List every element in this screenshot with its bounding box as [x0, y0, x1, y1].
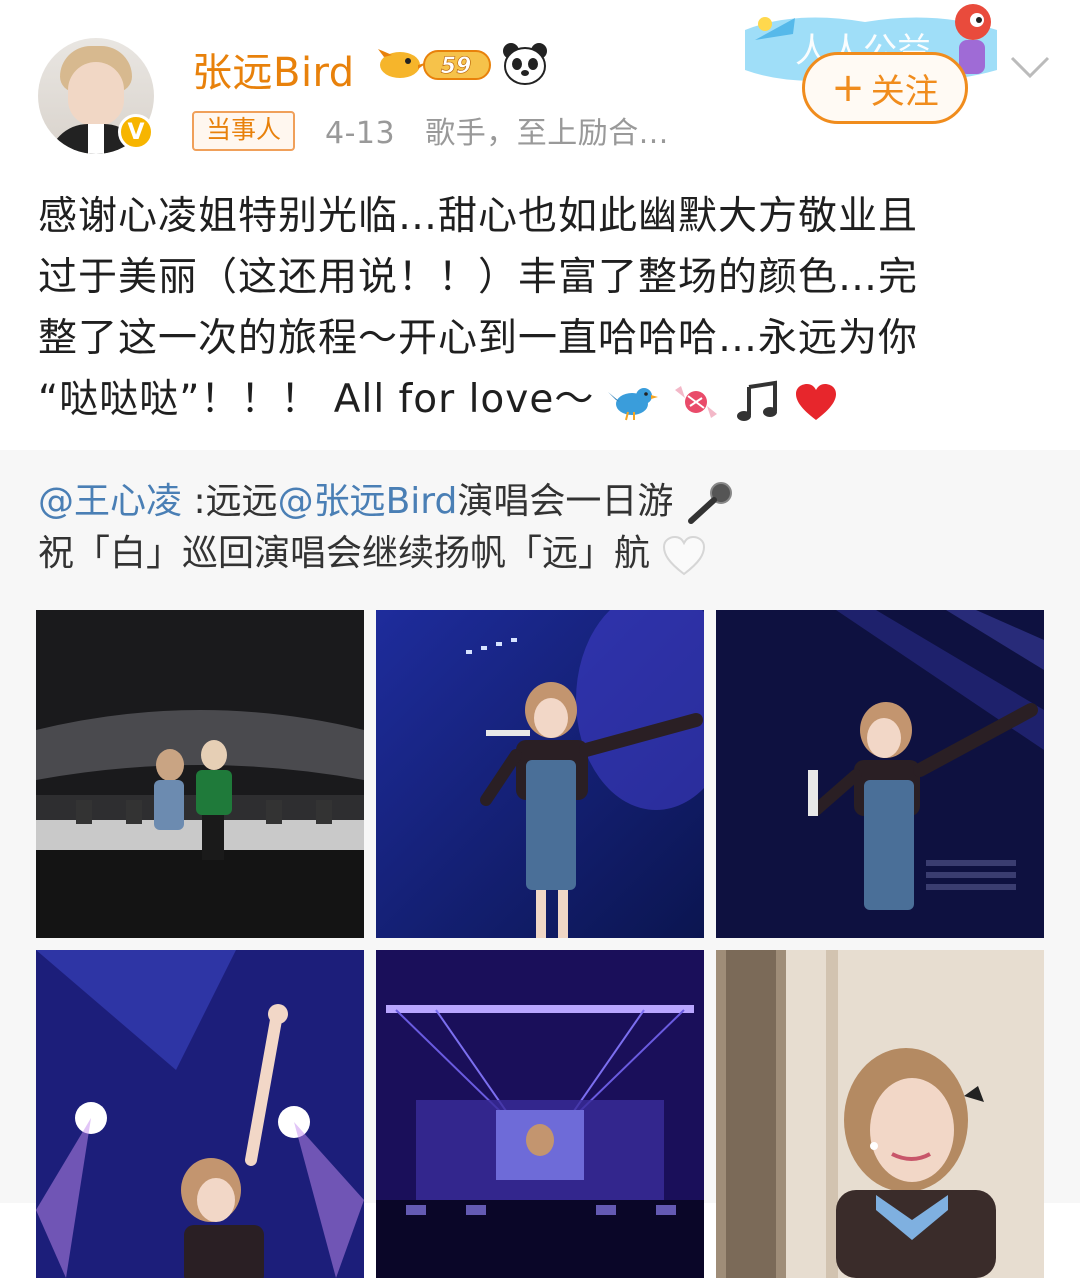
- repost-text: @王心凌 :远远@张远Bird演唱会一日游 祝「白」巡回演唱会继续扬帆「远」航: [38, 476, 1048, 580]
- repost-line: @王心凌 :远远@张远Bird演唱会一日游: [38, 476, 1048, 528]
- photo-thumbnail[interactable]: [36, 950, 364, 1278]
- white-heart-emoji-icon: [663, 535, 706, 576]
- post-meta: 4-13 歌手，至上励合...: [325, 108, 669, 152]
- repost-text-line-2: 祝「白」巡回演唱会继续扬帆「远」航: [38, 533, 651, 574]
- photo-thumbnail[interactable]: [376, 950, 704, 1278]
- repost-text-part: 演唱会一日游: [457, 481, 674, 522]
- follow-button[interactable]: + 关注: [802, 52, 968, 124]
- photo-thumbnail[interactable]: [36, 610, 364, 938]
- post-text-line: 过于美丽（这还用说！！）丰富了整场的颜色…完: [38, 255, 919, 300]
- verified-badge-icon: V: [118, 114, 154, 150]
- repost-card[interactable]: @王心凌 :远远@张远Bird演唱会一日游 祝「白」巡回演唱会继续扬帆「远」航: [0, 450, 1080, 1278]
- photo-thumbnail[interactable]: [716, 610, 1044, 938]
- level-number: 59: [441, 54, 472, 79]
- bird-emoji-icon: [607, 387, 658, 420]
- post-body: 感谢心凌姐特别光临…甜心也如此幽默大方敬业且 过于美丽（这还用说！！）丰富了整场…: [38, 186, 1038, 430]
- user-bio: 歌手，至上励合...: [425, 116, 669, 151]
- microphone-emoji-icon: [687, 482, 732, 524]
- chevron-down-icon[interactable]: [1008, 48, 1052, 84]
- level-badge-icon[interactable]: 59: [378, 45, 494, 85]
- photo-thumbnail[interactable]: [716, 950, 1044, 1278]
- mention-link[interactable]: @王心凌: [38, 481, 182, 522]
- plus-icon: +: [831, 65, 865, 111]
- post-date: 4-13: [325, 116, 396, 151]
- photo-thumbnail[interactable]: [376, 610, 704, 938]
- tag-party-badge: 当事人: [192, 111, 296, 151]
- red-heart-emoji-icon: [795, 383, 836, 420]
- username[interactable]: 张远Bird: [192, 40, 355, 98]
- music-note-emoji-icon: [736, 380, 777, 421]
- repost-line: 祝「白」巡回演唱会继续扬帆「远」航: [38, 528, 1048, 580]
- panda-icon: [503, 43, 547, 85]
- follow-label: 关注: [870, 71, 939, 112]
- mention-link[interactable]: @张远Bird: [278, 481, 458, 522]
- post-text-line-4: “哒哒哒”！！！ All for love～: [38, 377, 595, 422]
- candy-emoji-icon: [675, 385, 718, 418]
- post-text-line: 感谢心凌姐特别光临…甜心也如此幽默大方敬业且: [38, 194, 919, 239]
- repost-text-part: :远远: [182, 481, 278, 522]
- post-text-line: 整了这一次的旅程～开心到一直哈哈哈…永远为你: [38, 316, 919, 361]
- post-text-line: “哒哒哒”！！！ All for love～: [38, 369, 1038, 430]
